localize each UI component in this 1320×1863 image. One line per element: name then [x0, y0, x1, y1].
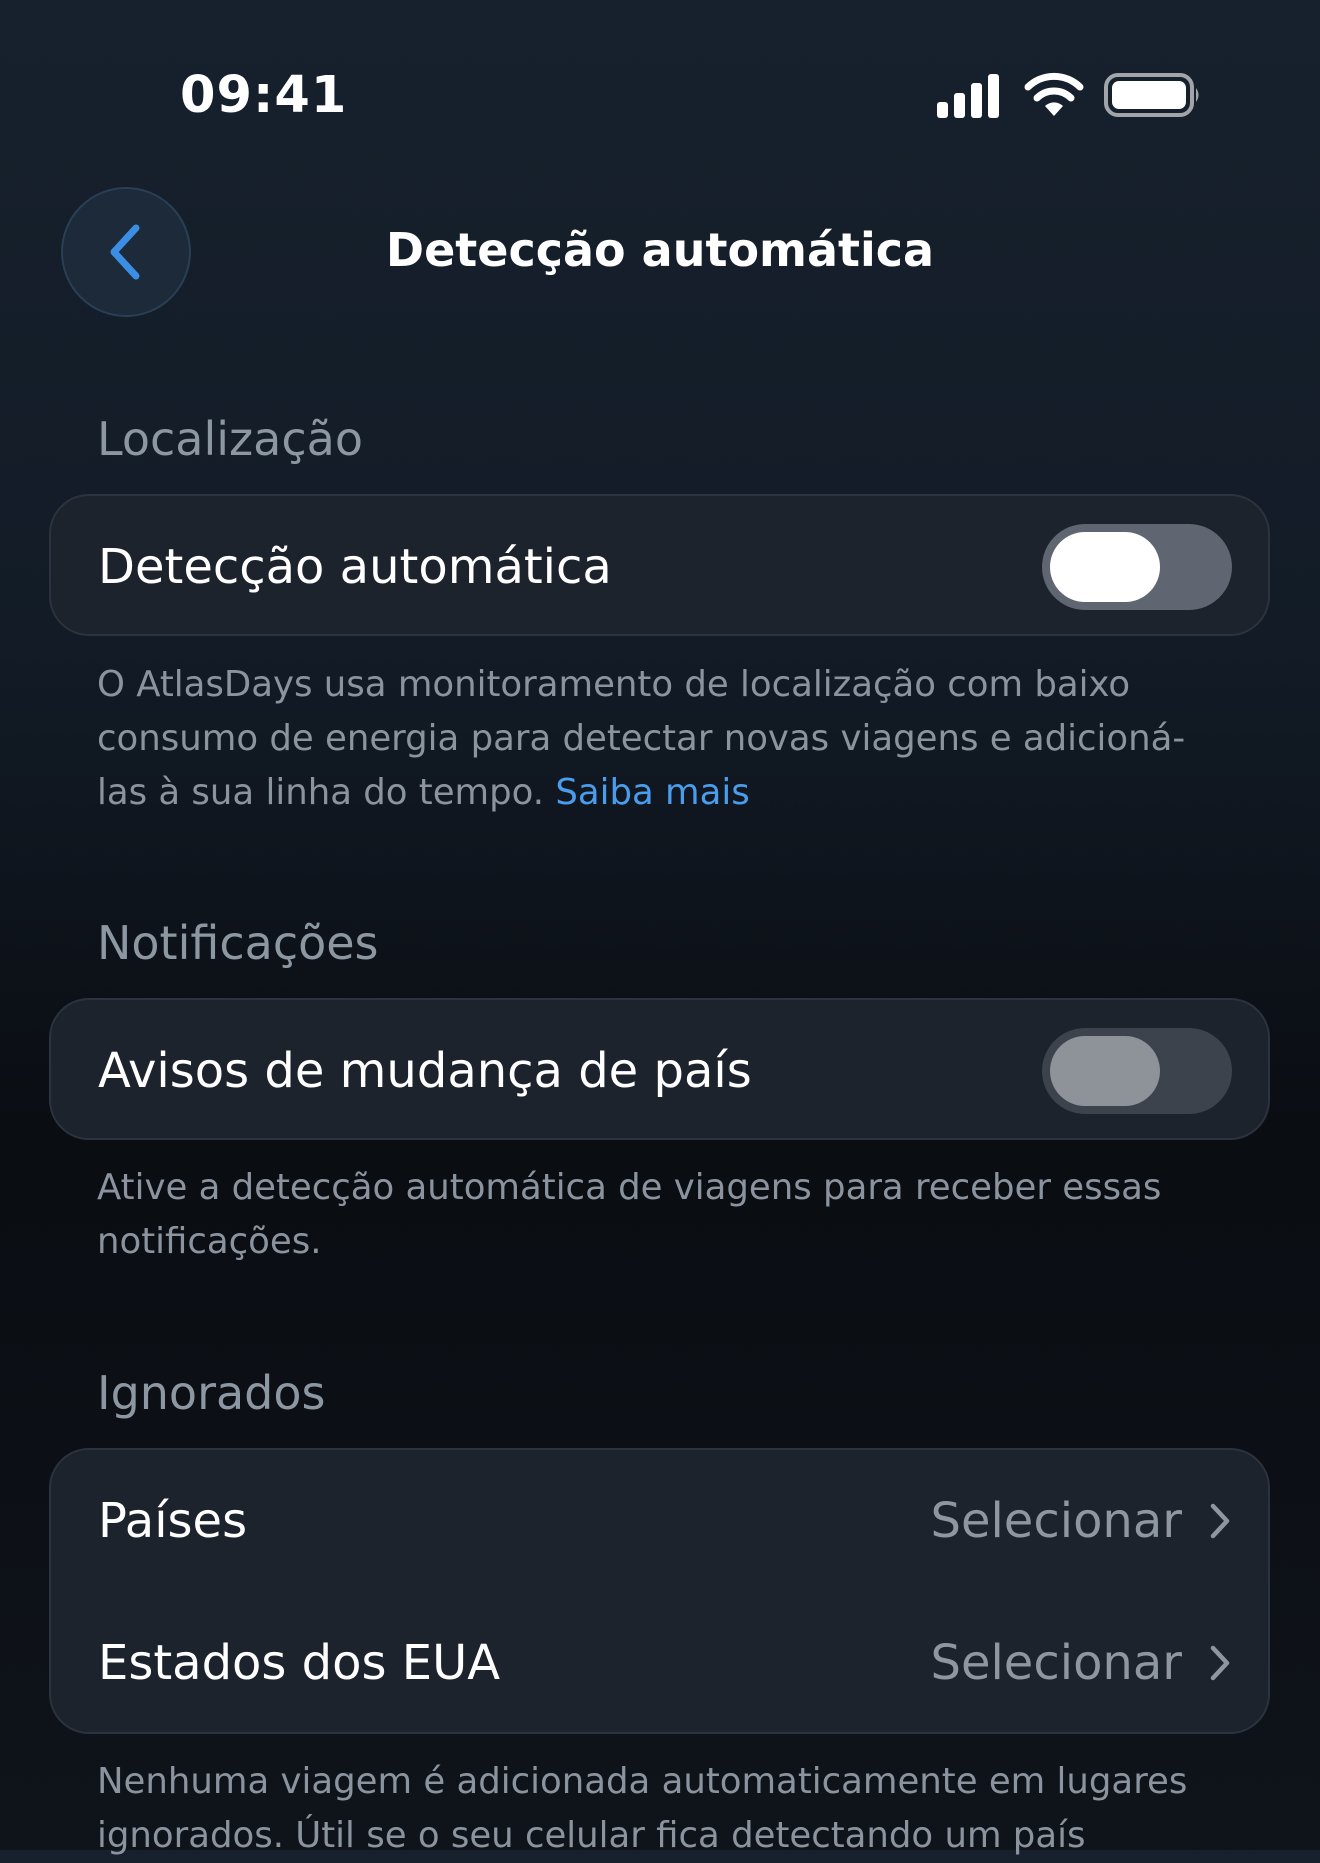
signal-icon — [937, 74, 999, 118]
status-bar: 09:41 — [0, 0, 1320, 190]
location-footer: O AtlasDays usa monitoramento de localiz… — [97, 658, 1227, 820]
location-card: Detecção automática — [49, 494, 1270, 636]
battery-icon — [1104, 73, 1199, 117]
toggle-knob — [1050, 532, 1160, 602]
notifications-card: Avisos de mudança de país — [49, 998, 1270, 1140]
ignored-countries-label: Países — [98, 1493, 248, 1549]
page-title: Detecção automática — [385, 223, 935, 277]
section-header-ignored: Ignorados — [97, 1366, 326, 1420]
status-time: 09:41 — [180, 66, 348, 125]
ignored-countries-row[interactable]: Países Selecionar — [51, 1450, 1268, 1592]
ignored-card: Países Selecionar Estados dos EUA Seleci… — [49, 1448, 1270, 1734]
wifi-icon — [1024, 72, 1084, 116]
chevron-right-icon — [1210, 1503, 1230, 1539]
ignored-us-states-label: Estados dos EUA — [98, 1635, 501, 1691]
chevron-right-icon — [1210, 1645, 1230, 1681]
ignored-footer: Nenhuma viagem é adicionada automaticame… — [97, 1761, 1188, 1856]
auto-detection-toggle[interactable] — [1042, 524, 1232, 610]
notifications-footer: Ative a detecção automática de viagens p… — [97, 1167, 1162, 1262]
section-header-notifications: Notificações — [97, 916, 379, 970]
status-icons — [935, 72, 1205, 122]
auto-detection-label: Detecção automática — [98, 539, 612, 595]
auto-detection-row: Detecção automática — [51, 496, 1268, 638]
ignored-us-states-value: Selecionar — [930, 1635, 1182, 1691]
toggle-knob — [1050, 1036, 1160, 1106]
learn-more-link[interactable]: Saiba mais — [555, 772, 749, 813]
country-change-alerts-label: Avisos de mudança de país — [98, 1043, 752, 1099]
ignored-countries-value: Selecionar — [930, 1493, 1182, 1549]
ignored-us-states-row[interactable]: Estados dos EUA Selecionar — [51, 1592, 1268, 1734]
country-change-alerts-row: Avisos de mudança de país — [51, 1000, 1268, 1142]
country-change-alerts-toggle[interactable] — [1042, 1028, 1232, 1114]
section-header-location: Localização — [97, 412, 363, 466]
